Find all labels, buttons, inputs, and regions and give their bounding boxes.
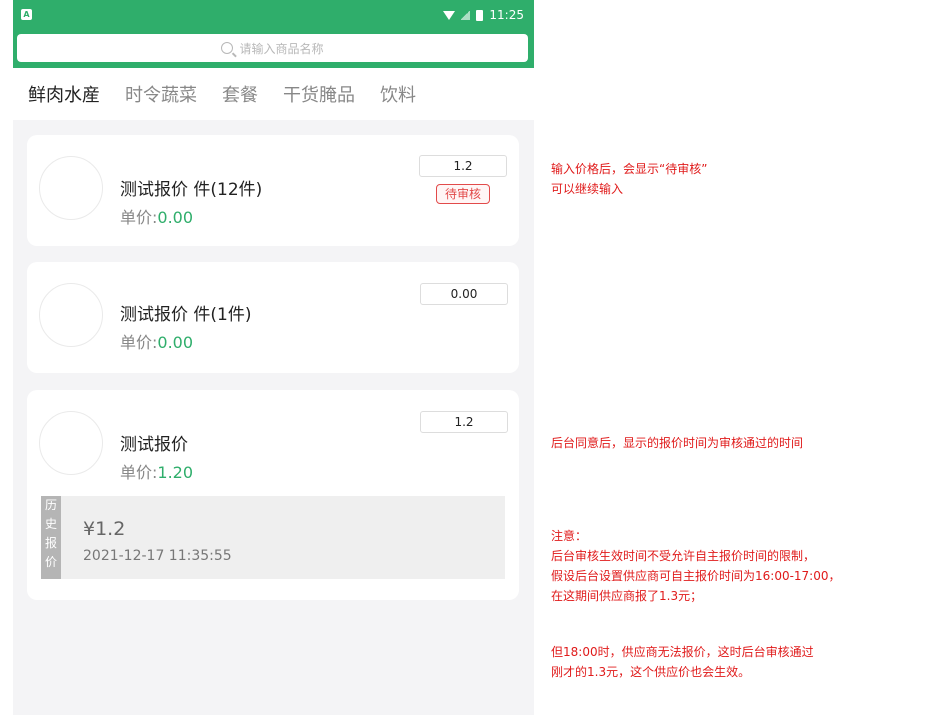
history-label-char: 价 [44, 555, 57, 569]
unit-price-value: 0.00 [157, 333, 194, 352]
tab-set-meal[interactable]: 套餐 [222, 81, 258, 107]
annotation-line: 但18:00时，供应商无法报价，这时后台审核通过 [551, 645, 814, 659]
quote-input[interactable]: 1.2 [419, 155, 507, 177]
quote-input[interactable]: 0.00 [420, 283, 508, 305]
history-quote: 历 史 报 价 ¥1.2 2021-12-17 11:35:55 [41, 496, 505, 579]
tab-fresh-meat[interactable]: 鲜肉水産 [28, 81, 100, 107]
pending-review-badge: 待审核 [436, 184, 490, 204]
unit-price-value: 0.00 [157, 208, 194, 227]
status-time: 11:25 [489, 8, 524, 22]
unit-price-label: 单价: [120, 333, 158, 352]
phone-screen: A 11:25 请输入商品名称 鲜肉水産 时令蔬菜 套餐 干货腌品 饮料 测试报… [13, 0, 534, 715]
annotation-line: 后台审核生效时间不受允许自主报价时间的限制， [551, 549, 816, 563]
tab-vegetables[interactable]: 时令蔬菜 [125, 81, 197, 107]
tab-drinks[interactable]: 饮料 [380, 81, 416, 107]
search-bar: 请输入商品名称 [13, 28, 534, 68]
search-placeholder: 请输入商品名称 [239, 41, 324, 56]
history-quote-label: 历 史 报 价 [41, 496, 61, 579]
annotation-line: 注意： [551, 529, 588, 543]
annotation-line: 刚才的1.3元，这个供应价也会生效。 [551, 665, 751, 679]
history-label-char: 史 [44, 517, 57, 531]
annotation-line: 可以继续输入 [551, 182, 624, 196]
unit-price: 单价:1.20 [120, 459, 193, 483]
annotation-notice: 注意： 后台审核生效时间不受允许自主报价时间的限制， 假设后台设置供应商可自主报… [551, 526, 841, 606]
unit-price-value: 1.20 [157, 463, 194, 482]
category-tabs: 鲜肉水産 时令蔬菜 套餐 干货腌品 饮料 [13, 68, 534, 120]
product-image [39, 156, 103, 220]
product-card: 测试报价 件(1件) 单价:0.00 0.00 [27, 262, 519, 373]
history-time: 2021-12-17 11:35:55 [83, 548, 232, 564]
annotation-pending-review: 输入价格后，会显示“待审核” 可以继续输入 [551, 159, 707, 199]
unit-price-label: 单价: [120, 463, 158, 482]
unit-price: 单价:0.00 [120, 329, 193, 353]
product-image [39, 411, 103, 475]
annotation-example: 但18:00时，供应商无法报价，这时后台审核通过 刚才的1.3元，这个供应价也会… [551, 642, 814, 682]
product-card: 测试报价 件(12件) 单价:0.00 1.2 待审核 [27, 135, 519, 246]
wifi-icon [443, 10, 456, 20]
battery-icon [476, 9, 484, 21]
unit-price-label: 单价: [120, 208, 158, 227]
annotation-line: 假设后台设置供应商可自主报价时间为16:00-17:00， [551, 569, 841, 583]
unit-price: 单价:0.00 [120, 204, 193, 228]
product-card: 测试报价 单价:1.20 1.2 历 史 报 价 ¥1.2 2021-12-17… [27, 390, 519, 600]
search-icon [221, 42, 234, 54]
annotation-approval-time: 后台同意后，显示的报价时间为审核通过的时间 [551, 433, 803, 453]
app-notification-icon: A [21, 9, 32, 20]
product-image [39, 283, 103, 347]
product-name: 测试报价 [120, 435, 188, 455]
signal-icon [461, 10, 471, 20]
search-input[interactable]: 请输入商品名称 [17, 34, 528, 62]
history-price: ¥1.2 [83, 518, 126, 540]
product-name: 测试报价 件(12件) [120, 180, 263, 200]
history-label-char: 报 [44, 536, 57, 550]
tab-dried-goods[interactable]: 干货腌品 [283, 81, 355, 107]
quote-input[interactable]: 1.2 [420, 411, 508, 433]
annotation-line: 在这期间供应商报了1.3元； [551, 589, 703, 603]
annotation-line: 输入价格后，会显示“待审核” [551, 162, 708, 176]
product-name: 测试报价 件(1件) [120, 305, 252, 325]
annotation-line: 后台同意后，显示的报价时间为审核通过的时间 [551, 436, 804, 450]
history-label-char: 历 [44, 498, 57, 512]
